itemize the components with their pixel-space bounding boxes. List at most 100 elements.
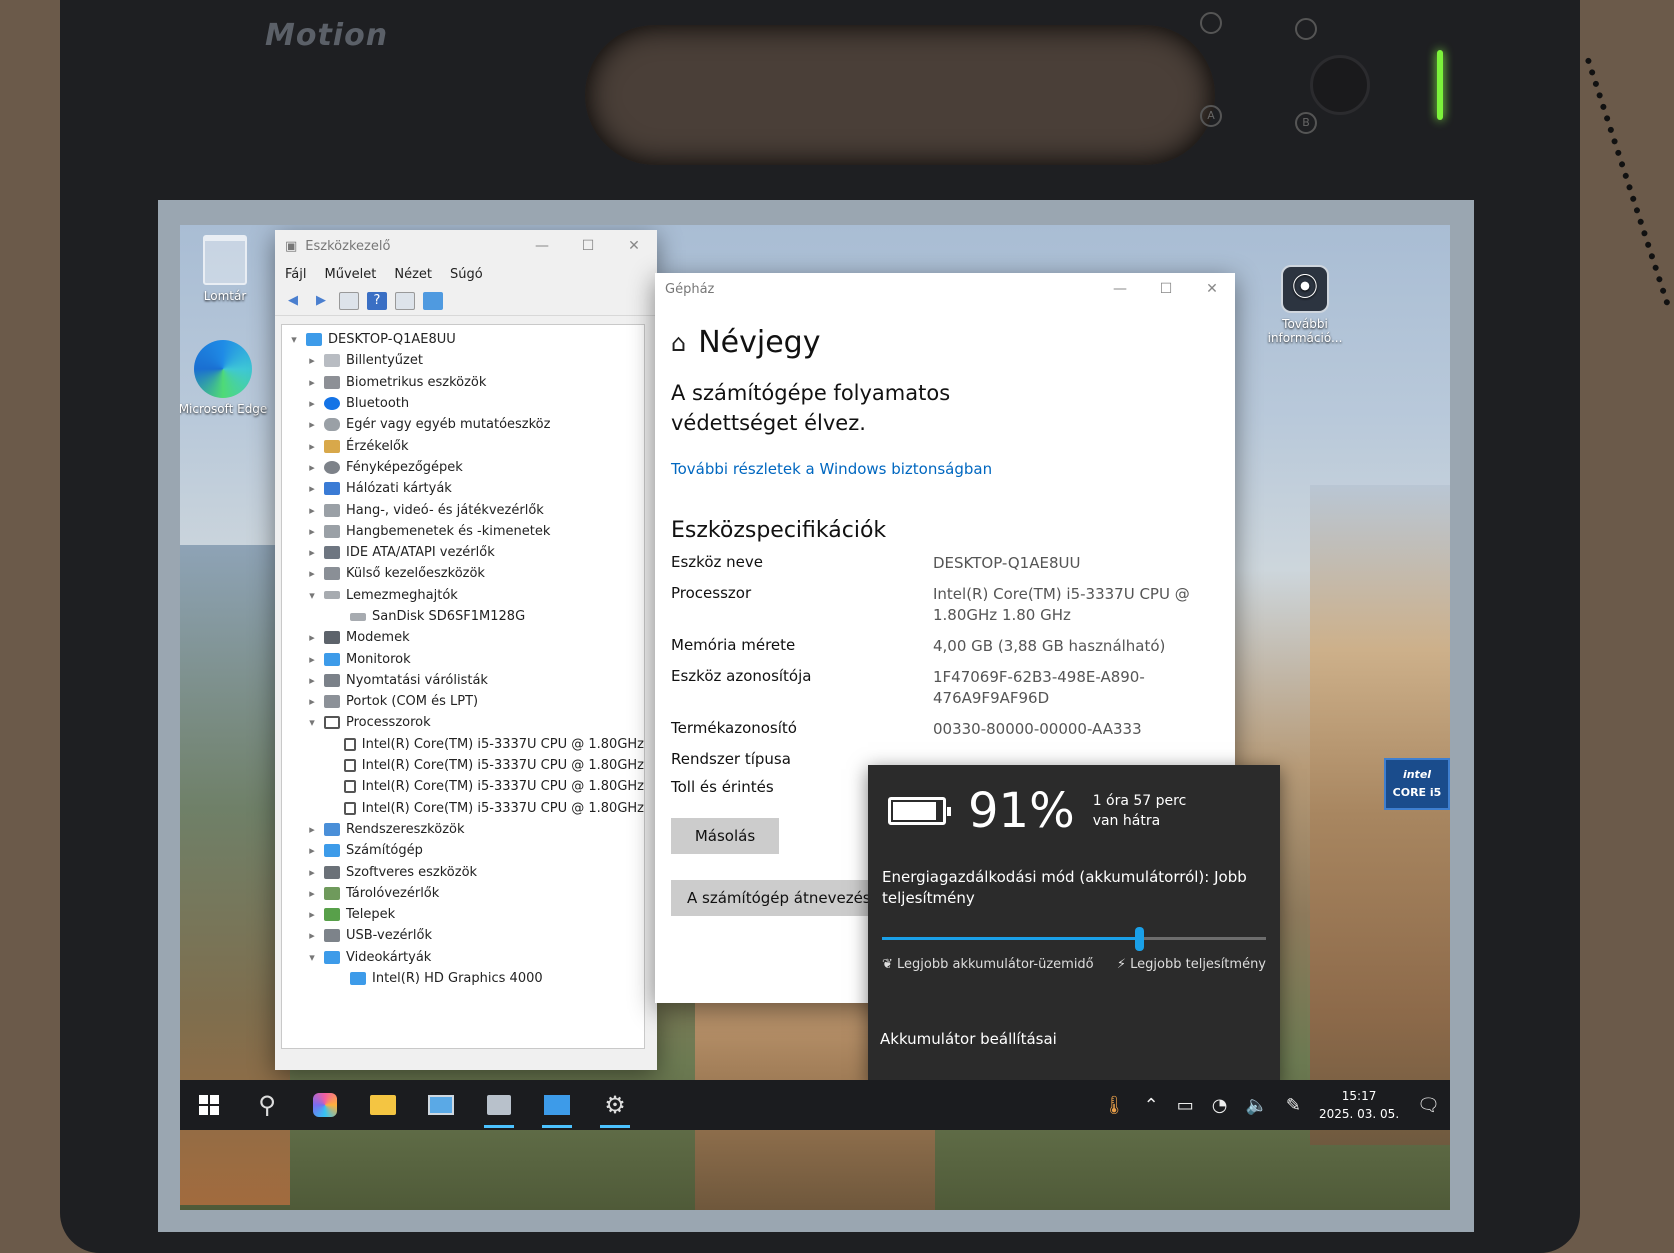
slider-thumb[interactable]: [1135, 927, 1145, 951]
home-icon[interactable]: ⌂: [671, 329, 686, 357]
tree-root-computer[interactable]: ▾ DESKTOP-Q1AE8UU: [282, 329, 644, 350]
tree-category[interactable]: ▸ Hang-, videó- és játékvezérlők: [282, 499, 644, 520]
tree-category[interactable]: ▸ Telepek: [282, 904, 644, 925]
forward-arrow-icon[interactable]: ▶: [311, 292, 331, 310]
tree-category[interactable]: ▾ Processzorok: [282, 712, 644, 733]
chevron-right-icon[interactable]: ▸: [304, 929, 320, 942]
copilot-button[interactable]: [296, 1080, 354, 1130]
hardware-button-b[interactable]: B: [1295, 112, 1317, 134]
chevron-right-icon[interactable]: ▸: [304, 482, 320, 495]
tree-category[interactable]: ▸ Hálózati kártyák: [282, 478, 644, 499]
minimize-button[interactable]: —: [1097, 281, 1143, 297]
tree-category[interactable]: ▸ Számítógép: [282, 840, 644, 861]
remote-desktop-button[interactable]: [412, 1080, 470, 1130]
tree-category[interactable]: ▸ Monitorok: [282, 648, 644, 669]
chevron-right-icon[interactable]: ▸: [304, 525, 320, 538]
tree-category[interactable]: ▸ IDE ATA/ATAPI vezérlők: [282, 542, 644, 563]
desktop-icon-edge[interactable]: Microsoft Edge: [180, 340, 268, 416]
maximize-button[interactable]: ☐: [565, 238, 611, 254]
tree-category[interactable]: ▸ Modemek: [282, 627, 644, 648]
search-button[interactable]: ⚲: [238, 1080, 296, 1130]
chevron-right-icon[interactable]: ▸: [304, 354, 320, 367]
menu-file[interactable]: Fájl: [285, 267, 306, 282]
power-mode-slider[interactable]: [882, 927, 1266, 951]
chevron-right-icon[interactable]: ▸: [304, 504, 320, 517]
chevron-right-icon[interactable]: ▸: [304, 653, 320, 666]
chevron-right-icon[interactable]: ▸: [304, 418, 320, 431]
chevron-right-icon[interactable]: ▸: [304, 887, 320, 900]
tree-category[interactable]: ▸ Egér vagy egyéb mutatóeszköz: [282, 414, 644, 435]
desktop-icon-more-info[interactable]: ⦿ További információ...: [1260, 265, 1350, 345]
close-button[interactable]: ✕: [611, 238, 657, 254]
chevron-right-icon[interactable]: ▸: [304, 844, 320, 857]
tree-category[interactable]: ▸ Biometrikus eszközök: [282, 372, 644, 393]
hardware-button-power[interactable]: [1200, 12, 1222, 34]
tree-category[interactable]: ▸ Szoftveres eszközök: [282, 861, 644, 882]
tree-device[interactable]: Intel(R) Core(TM) i5-3337U CPU @ 1.80GHz: [282, 776, 644, 797]
file-explorer-button[interactable]: [354, 1080, 412, 1130]
notification-icon[interactable]: 🗨: [1417, 1095, 1440, 1116]
menu-view[interactable]: Nézet: [394, 267, 432, 282]
tree-device[interactable]: Intel(R) Core(TM) i5-3337U CPU @ 1.80GHz: [282, 755, 644, 776]
chevron-down-icon[interactable]: ▾: [304, 589, 320, 602]
tree-device[interactable]: Intel(R) Core(TM) i5-3337U CPU @ 1.80GHz: [282, 798, 644, 819]
chevron-up-icon[interactable]: ⌃: [1144, 1095, 1159, 1116]
chevron-right-icon[interactable]: ▸: [304, 461, 320, 474]
start-button[interactable]: [180, 1080, 238, 1130]
tree-category[interactable]: ▸ USB-vezérlők: [282, 925, 644, 946]
menu-help[interactable]: Súgó: [450, 267, 483, 282]
chevron-right-icon[interactable]: ▸: [304, 440, 320, 453]
tree-category[interactable]: ▸ Rendszereszközök: [282, 819, 644, 840]
tree-device[interactable]: Intel(R) HD Graphics 4000: [282, 968, 644, 989]
help-icon[interactable]: ?: [367, 291, 387, 310]
rename-pc-button[interactable]: A számítógép átnevezése: [671, 880, 871, 916]
chevron-right-icon[interactable]: ▸: [304, 397, 320, 410]
tree-category[interactable]: ▸ Fényképezőgépek: [282, 457, 644, 478]
monitor-scan-icon[interactable]: [423, 291, 443, 310]
chevron-right-icon[interactable]: ▸: [304, 674, 320, 687]
chevron-right-icon[interactable]: ▸: [304, 376, 320, 389]
back-arrow-icon[interactable]: ◀: [283, 292, 303, 310]
maximize-button[interactable]: ☐: [1143, 281, 1189, 297]
properties-icon[interactable]: [339, 291, 359, 310]
tree-category[interactable]: ▸ Külső kezelőeszközök: [282, 563, 644, 584]
desktop-icon-recycle-bin[interactable]: Lomtár: [180, 235, 270, 303]
close-button[interactable]: ✕: [1189, 281, 1235, 297]
pen-icon[interactable]: ✎: [1286, 1095, 1301, 1116]
battery-tray-icon[interactable]: ▭: [1177, 1095, 1194, 1116]
clock[interactable]: 15:17 2025. 03. 05.: [1319, 1087, 1399, 1123]
tree-category[interactable]: ▸ Nyomtatási várólisták: [282, 670, 644, 691]
tree-category[interactable]: ▸ Billentyűzet: [282, 350, 644, 371]
chevron-right-icon[interactable]: ▸: [304, 631, 320, 644]
tree-category[interactable]: ▸ Tárolóvezérlők: [282, 883, 644, 904]
tree-category[interactable]: ▸ Bluetooth: [282, 393, 644, 414]
settings-taskbar-button[interactable]: ⚙: [586, 1080, 644, 1130]
security-details-link[interactable]: További részletek a Windows biztonságban: [671, 460, 1219, 478]
temperature-icon[interactable]: 🌡: [1103, 1095, 1126, 1116]
tree-category[interactable]: ▸ Portok (COM és LPT): [282, 691, 644, 712]
device-manager-taskbar-button[interactable]: [470, 1080, 528, 1130]
tree-category[interactable]: ▸ Érzékelők: [282, 435, 644, 456]
chevron-right-icon[interactable]: ▸: [304, 546, 320, 559]
tree-category[interactable]: ▾ Lemezmeghajtók: [282, 585, 644, 606]
hardware-dpad[interactable]: [1310, 55, 1370, 115]
system-info-taskbar-button[interactable]: [528, 1080, 586, 1130]
chevron-down-icon[interactable]: ▾: [304, 951, 320, 964]
menu-action[interactable]: Művelet: [324, 267, 376, 282]
chevron-down-icon[interactable]: ▾: [304, 716, 320, 729]
copy-button[interactable]: Másolás: [671, 818, 779, 854]
tree-category[interactable]: ▸ Hangbemenetek és -kimenetek: [282, 521, 644, 542]
minimize-button[interactable]: —: [519, 238, 565, 254]
chevron-right-icon[interactable]: ▸: [304, 567, 320, 580]
hardware-button-a[interactable]: A: [1200, 105, 1222, 127]
wifi-icon[interactable]: ◔: [1212, 1095, 1228, 1116]
view-icon[interactable]: [395, 291, 415, 310]
tree-category[interactable]: ▾ Videokártyák: [282, 947, 644, 968]
chevron-right-icon[interactable]: ▸: [304, 908, 320, 921]
chevron-right-icon[interactable]: ▸: [304, 866, 320, 879]
volume-icon[interactable]: 🔈: [1245, 1095, 1267, 1116]
hardware-button-settings[interactable]: [1295, 18, 1317, 40]
tree-device[interactable]: Intel(R) Core(TM) i5-3337U CPU @ 1.80GHz: [282, 734, 644, 755]
chevron-right-icon[interactable]: ▸: [304, 823, 320, 836]
battery-settings-link[interactable]: Akkumulátor beállításai: [880, 1030, 1280, 1048]
